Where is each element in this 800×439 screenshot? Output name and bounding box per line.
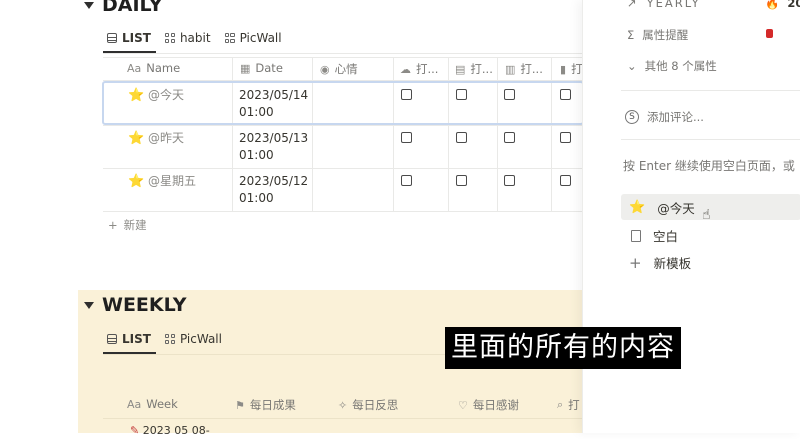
table-row-date[interactable]: 2023/05/14 01:00 (239, 87, 308, 121)
star-icon: ⭐ (128, 174, 145, 189)
gallery-view-icon (224, 33, 235, 43)
checkbox[interactable] (401, 132, 412, 143)
template-hint: 按 Enter 继续使用空白页面，或 (623, 159, 795, 173)
sparkle-icon: ✧ (338, 398, 348, 412)
table-header-top-line (103, 57, 582, 58)
add-comment[interactable]: S 添加评论... (625, 109, 704, 125)
flag-icon: ⚑ (235, 398, 245, 412)
col-header-daily-thanks[interactable]: ♡ 每日感谢 (458, 397, 519, 413)
col-header-check-3[interactable]: ▥ 打... (505, 61, 543, 77)
bookmark-icon: ▮ (560, 62, 567, 76)
table-row-week[interactable]: ✎ 2023 05 08- (130, 422, 210, 439)
arrow-up-right-icon: ↗ (627, 0, 639, 10)
col-header-check[interactable]: ⌕ 打 (557, 397, 580, 413)
property-yearly-value[interactable]: 🔥 202 (765, 0, 800, 10)
col-header-daily-reflection[interactable]: ✧ 每日反思 (338, 397, 398, 413)
more-properties-toggle[interactable]: ⌄ 其他 8 个属性 (627, 58, 717, 74)
new-row-button[interactable]: + 新建 (108, 217, 147, 233)
row-line (103, 168, 582, 169)
text-type-icon: Aa (127, 397, 142, 411)
collapse-toggle-weekly[interactable] (84, 302, 94, 309)
tab-weekly-list[interactable]: LIST (107, 329, 151, 349)
table-row-name[interactable]: ⭐ @今天 (128, 87, 184, 104)
plus-icon: + (629, 253, 642, 272)
doc-icon (631, 229, 641, 242)
table-view-icon (107, 334, 117, 344)
checkbox[interactable] (401, 89, 412, 100)
daily-view-tabs: LIST habit PicWall (107, 28, 282, 48)
checkbox[interactable] (456, 175, 467, 186)
plus-icon: + (108, 218, 118, 232)
checkbox[interactable] (456, 89, 467, 100)
weekly-title: WEEKLY (102, 294, 187, 316)
checkbox[interactable] (504, 175, 515, 186)
tab-daily-list[interactable]: LIST (107, 28, 151, 48)
tab-daily-habit[interactable]: habit (164, 28, 211, 48)
chevron-down-icon: ⌄ (627, 59, 637, 73)
calendar-icon: ▦ (240, 61, 251, 75)
table-icon: ▥ (505, 62, 516, 76)
col-header-daily-results[interactable]: ⚑ 每日成果 (235, 397, 296, 413)
text-type-icon: Aa (127, 61, 142, 75)
table-row-name[interactable]: ⭐ @昨天 (128, 130, 184, 147)
col-header-check-4[interactable]: ▮ 打 (560, 61, 583, 77)
daily-title: DAILY (102, 0, 163, 16)
checkbox[interactable] (401, 175, 412, 186)
template-new[interactable]: + 新模板 (629, 253, 691, 272)
row-line (103, 125, 582, 126)
checkbox[interactable] (560, 175, 571, 186)
table-row-date[interactable]: 2023/05/13 01:00 (239, 130, 308, 164)
table-view-icon (107, 33, 117, 43)
tab-weekly-picwall[interactable]: PicWall (164, 329, 222, 349)
tabs-divider (103, 53, 582, 54)
gallery-view-icon (164, 33, 175, 43)
checkbox[interactable] (504, 89, 515, 100)
col-header-date[interactable]: ▦ Date (240, 61, 283, 75)
row-line (103, 418, 582, 419)
tab-daily-picwall[interactable]: PicWall (224, 28, 282, 48)
star-icon: ⭐ (128, 131, 145, 146)
col-header-week[interactable]: Aa Week (127, 397, 178, 411)
fire-icon: 🔥 (765, 0, 780, 10)
book-icon: ▤ (455, 62, 466, 76)
table-row-date[interactable]: 2023/05/12 01:00 (239, 173, 308, 207)
search-icon: ⌕ (557, 398, 564, 411)
panel-divider (621, 90, 800, 91)
checkbox[interactable] (560, 89, 571, 100)
row-line (103, 211, 582, 212)
status-icon: ◉ (320, 62, 330, 76)
cloud-icon: ☁ (400, 62, 411, 76)
template-blank[interactable]: 空白 (631, 226, 678, 245)
avatar-icon: S (625, 110, 639, 124)
gallery-view-icon (164, 334, 175, 344)
checkbox[interactable] (504, 132, 515, 143)
col-header-check-1[interactable]: ☁ 打... (400, 61, 438, 77)
star-icon: ⭐ (629, 200, 646, 215)
table-row-name[interactable]: ⭐ @星期五 (128, 173, 196, 190)
sigma-icon: Σ (627, 28, 635, 42)
template-today[interactable]: ⭐ @今天 (629, 198, 695, 217)
checkbox[interactable] (456, 132, 467, 143)
checkbox[interactable] (560, 132, 571, 143)
pin-icon: ✎ (130, 424, 140, 437)
video-subtitle: 里面的所有的内容 (445, 327, 681, 369)
hand-cursor-icon: ☝ (702, 207, 711, 223)
star-icon: ⭐ (128, 88, 145, 103)
property-yearly[interactable]: ↗ YEARLY (627, 0, 701, 10)
col-header-mood[interactable]: ◉ 心情 (320, 61, 358, 77)
heart-icon: ♡ (458, 398, 468, 412)
property-reminder[interactable]: Σ 属性提醒 (627, 27, 688, 43)
panel-divider (621, 139, 800, 140)
collapse-toggle-daily[interactable] (84, 2, 94, 9)
col-header-check-2[interactable]: ▤ 打... (455, 61, 493, 77)
col-header-name[interactable]: Aa Name (127, 61, 180, 75)
red-tag-icon (766, 29, 773, 38)
weekly-view-tabs: LIST PicWall (107, 329, 222, 349)
